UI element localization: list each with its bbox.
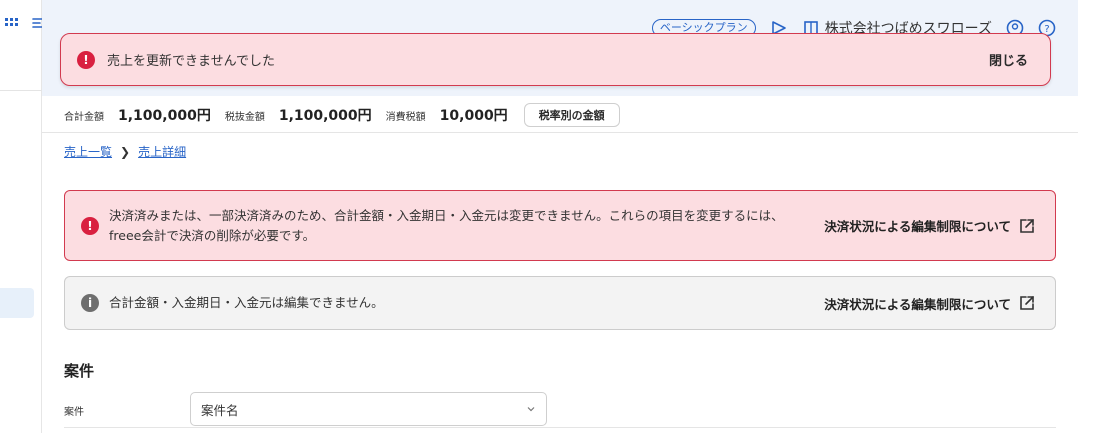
edit-restriction-link[interactable]: 決済状況による編集制限について xyxy=(824,216,1035,235)
totals-bar: 合計金額 1,100,000円 税抜金額 1,100,000円 消費税額 10,… xyxy=(64,102,620,128)
edit-restriction-link-2[interactable]: 決済状況による編集制限について xyxy=(824,294,1035,313)
total-label: 合計金額 xyxy=(64,111,104,123)
edit-restriction-link-label: 決済状況による編集制限について xyxy=(824,219,1011,234)
toast-close-button[interactable]: 閉じる xyxy=(989,50,1028,69)
error-icon: ! xyxy=(77,50,95,69)
app-grid-icon[interactable] xyxy=(5,16,19,30)
error-toast: ! 売上を更新できませんでした 閉じる xyxy=(60,33,1051,86)
left-sidebar xyxy=(0,0,48,433)
chevron-right-icon: ❯ xyxy=(120,144,131,159)
error-alert: ! 決済済みまたは、一部決済済みのため、合計金額・入金期日・入金元は変更できませ… xyxy=(64,190,1056,261)
app-root: ベーシックプラン 株式会社つばめスワローズ ? ! 売上を更新できませんでした … xyxy=(0,0,1105,433)
error-alert-text: 決済済みまたは、一部決済済みのため、合計金額・入金期日・入金元は変更できません。… xyxy=(109,207,784,243)
toast-message: 売上を更新できませんでした xyxy=(107,54,275,69)
pretax-label: 税抜金額 xyxy=(224,111,265,123)
breadcrumb-sales-detail[interactable]: 売上詳細 xyxy=(138,143,186,160)
project-select[interactable]: 案件名 xyxy=(190,392,547,426)
pretax-value: 1,100,000円 xyxy=(278,108,372,124)
info-alert: i 合計金額・入金期日・入金元は編集できません。 決済状況による編集制限について xyxy=(64,276,1056,330)
tax-breakdown-button[interactable]: 税率別の金額 xyxy=(523,103,620,127)
info-icon: i xyxy=(81,294,99,312)
total-value: 1,100,000円 xyxy=(118,108,211,124)
breadcrumb: 売上一覧 ❯ 売上詳細 xyxy=(64,143,186,160)
edit-restriction-link-2-label: 決済状況による編集制限について xyxy=(824,296,1011,312)
project-field-label: 案件 xyxy=(64,407,84,418)
external-link-icon xyxy=(1020,218,1034,233)
tax-label: 消費税額 xyxy=(385,111,426,123)
totals-divider xyxy=(42,132,1078,133)
tax-value: 10,000円 xyxy=(439,108,508,124)
project-select-value: 案件名 xyxy=(201,402,239,418)
breadcrumb-sales-list[interactable]: 売上一覧 xyxy=(64,143,112,160)
chevron-down-icon xyxy=(527,407,535,412)
project-section-title: 案件 xyxy=(64,362,95,380)
info-alert-text: 合計金額・入金期日・入金元は編集できません。 xyxy=(109,295,384,310)
project-field-row: 案件 案件名 xyxy=(64,392,1056,428)
sidebar-item-selected[interactable] xyxy=(0,288,34,318)
error-icon: ! xyxy=(81,216,99,235)
sidebar-divider xyxy=(0,90,42,91)
external-link-icon xyxy=(1020,296,1034,310)
